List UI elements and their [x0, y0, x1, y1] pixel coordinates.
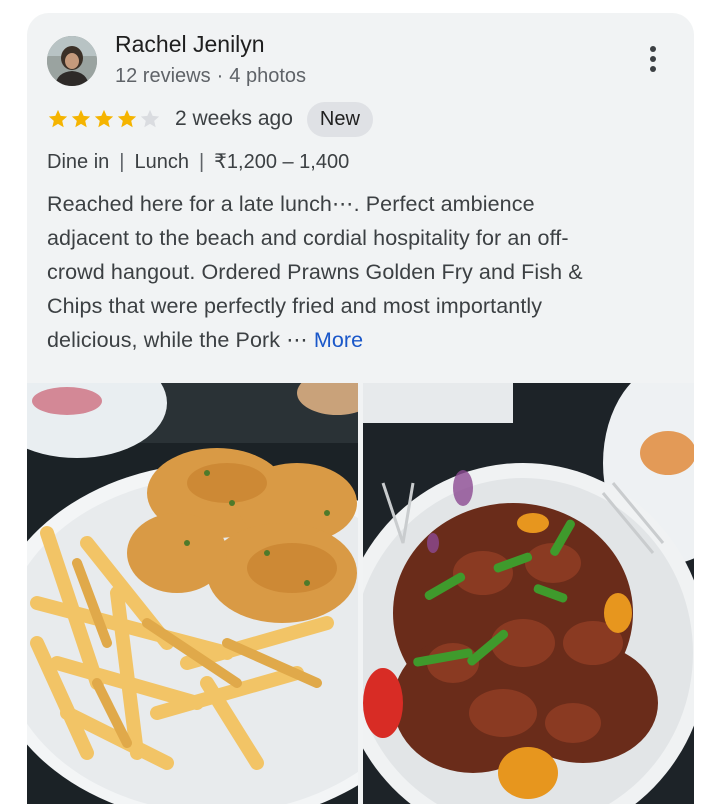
review-text: Reached here for a late lunch⋯. Perfect … — [47, 187, 677, 357]
tag-separator: | — [198, 151, 205, 173]
star-filled-icon — [48, 109, 68, 128]
star-filled-icon — [71, 109, 91, 128]
more-link[interactable]: More — [314, 328, 363, 352]
tag-separator: | — [119, 151, 125, 173]
chilli-pork-photo-icon — [363, 383, 694, 804]
star-rating — [47, 108, 161, 130]
review-text-line: delicious, while the Pork ⋯ — [47, 328, 308, 352]
review-photo-1[interactable] — [27, 383, 358, 804]
author-name[interactable]: Rachel Jenilyn — [115, 31, 265, 58]
review-card: Rachel Jenilyn 12 reviews · 4 photos 2 wee… — [27, 13, 694, 804]
tag-meal: Lunch — [134, 151, 189, 173]
separator-dot: · — [216, 65, 224, 87]
visit-tags: Dine in | Lunch | ₹1,200 – 1,400 — [47, 149, 349, 174]
review-text-last-line: delicious, while the Pork ⋯ More — [47, 323, 677, 357]
rating-row: 2 weeks ago New — [47, 101, 373, 137]
review-photo-2[interactable] — [363, 383, 694, 804]
review-text-line: Reached here for a late lunch⋯. Perfect … — [47, 192, 535, 216]
avatar[interactable] — [47, 36, 97, 86]
photo-count: 4 photos — [229, 65, 307, 87]
review-text-line: Chips that were perfectly fried and most… — [47, 294, 543, 318]
author-meta: 12 reviews · 4 photos — [115, 65, 306, 88]
new-badge: New — [306, 101, 373, 137]
tag-price: ₹1,200 – 1,400 — [214, 151, 350, 173]
review-time: 2 weeks ago — [175, 107, 293, 130]
more-options-icon[interactable] — [639, 41, 667, 77]
tag-dine-in: Dine in — [47, 151, 110, 173]
review-count: 12 reviews — [115, 65, 211, 87]
star-filled-icon — [117, 109, 137, 128]
star-filled-icon — [94, 109, 114, 128]
review-text-line: adjacent to the beach and cordial hospit… — [47, 226, 569, 250]
star-empty-icon — [140, 109, 160, 128]
review-text-line: crowd hangout. Ordered Prawns Golden Fry… — [47, 260, 583, 284]
avatar-photo-icon — [47, 36, 97, 86]
fish-and-chips-photo-icon — [27, 383, 358, 804]
